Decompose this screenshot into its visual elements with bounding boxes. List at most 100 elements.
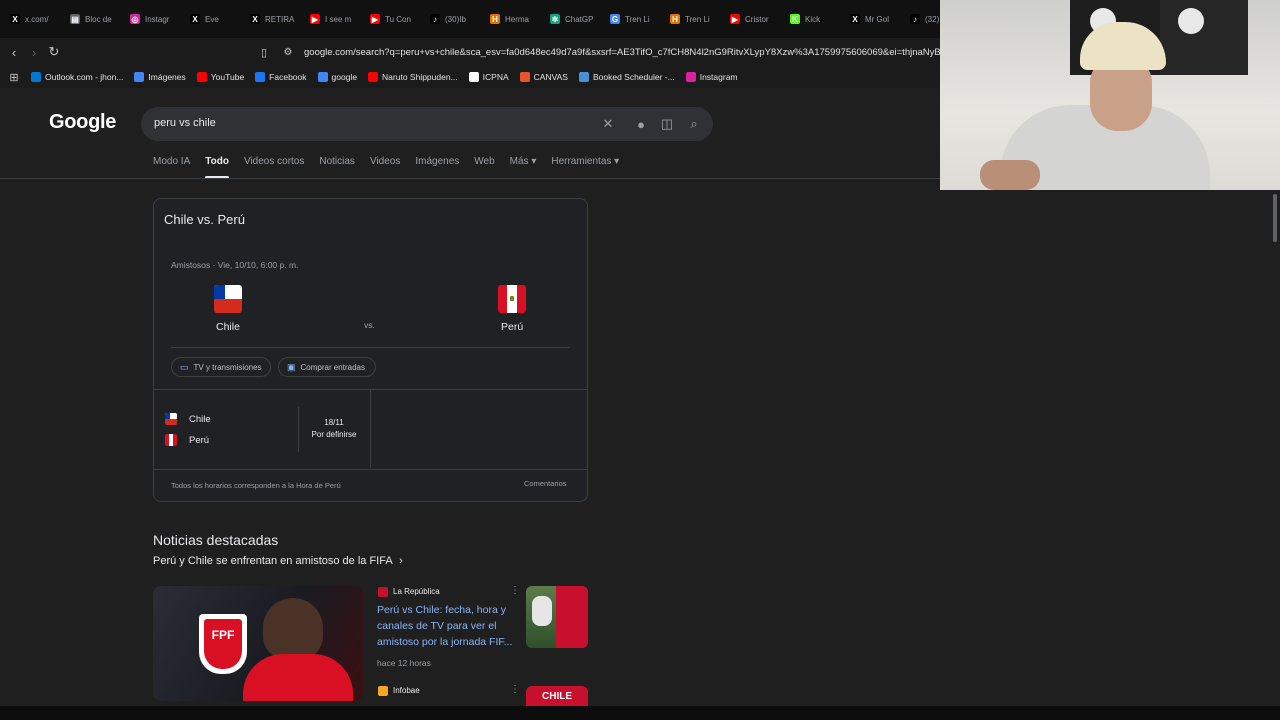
webcam-overlay bbox=[940, 0, 1280, 190]
bookmark-item[interactable]: Facebook bbox=[255, 72, 307, 82]
google-icon: G bbox=[610, 14, 620, 24]
news-title-link[interactable]: Perú vs Chile: fecha, hora y canales de … bbox=[377, 602, 522, 650]
browser-tab[interactable]: X RETIRA bbox=[246, 0, 306, 38]
news-thumbnail[interactable] bbox=[526, 586, 588, 648]
bookmark-label: Naruto Shippuden... bbox=[382, 72, 458, 82]
search-tabs: Modo IA Todo Videos cortos Noticias Videos Im… bbox=[153, 156, 619, 179]
browser-tab[interactable]: Xx.com/ bbox=[6, 0, 66, 38]
more-options-icon[interactable]: ⋮ bbox=[510, 684, 520, 695]
bookmark-item[interactable]: Booked Scheduler -... bbox=[578, 72, 675, 82]
search-tab[interactable]: Modo IA bbox=[153, 156, 190, 167]
browser-tab[interactable]: H Tren Li bbox=[666, 0, 726, 38]
bookmark-label: ICPNA bbox=[482, 72, 509, 82]
url-field[interactable]: ⚙ google.com/search?q=peru+vs+chile&sca_… bbox=[276, 42, 940, 62]
schedule-team1[interactable]: Chile bbox=[189, 414, 211, 425]
bookmark-item[interactable]: YouTube bbox=[196, 72, 244, 82]
tv-icon: ▭ bbox=[180, 361, 189, 372]
bookmark-item[interactable]: Outlook.com - jhon... bbox=[31, 72, 123, 82]
bookmark-star-icon[interactable]: ▯ bbox=[256, 44, 272, 60]
back-icon[interactable]: ‹ bbox=[6, 44, 22, 60]
search-tab[interactable]: Herramientas ▾ bbox=[551, 156, 619, 167]
tab-label: Tren Li bbox=[685, 14, 710, 24]
bookmark-item[interactable]: google bbox=[317, 72, 357, 82]
dot-icon bbox=[578, 72, 589, 82]
clear-icon[interactable]: ✕ bbox=[600, 116, 616, 132]
news-source[interactable]: La República bbox=[393, 587, 440, 596]
bookmark-label: CANVAS bbox=[533, 72, 568, 82]
schedule-team2[interactable]: Perú bbox=[189, 435, 209, 446]
tab-label: Bloc de bbox=[85, 14, 112, 24]
google-logo[interactable]: Google bbox=[49, 111, 116, 134]
fpf-crest-text: FPF bbox=[211, 628, 235, 642]
x-icon: X bbox=[250, 14, 260, 24]
scrollbar[interactable] bbox=[1271, 190, 1279, 710]
chatgpt-icon: ✲ bbox=[550, 14, 560, 24]
site-info-icon[interactable]: ⚙ bbox=[280, 44, 296, 60]
browser-tab[interactable]: G Tren Li bbox=[606, 0, 666, 38]
bookmark-item[interactable]: Naruto Shippuden... bbox=[368, 72, 458, 82]
browser-tab[interactable]: ▶ Tu Con bbox=[366, 0, 426, 38]
bookmark-icon: H bbox=[490, 14, 500, 24]
canvas-icon bbox=[519, 72, 530, 82]
browser-tab[interactable]: ♪ (32) bbox=[906, 0, 940, 38]
microphone-icon[interactable]: ● bbox=[633, 116, 649, 132]
search-tab[interactable]: Videos cortos bbox=[244, 156, 304, 167]
search-box[interactable]: peru vs chile ✕ ● ◫ ⌕ bbox=[141, 107, 713, 141]
tab-label: Tren Li bbox=[625, 14, 650, 24]
search-tab[interactable]: Más ▾ bbox=[510, 156, 537, 167]
browser-tab[interactable]: ✲ ChatGP bbox=[546, 0, 606, 38]
bookmark-icon: H bbox=[670, 14, 680, 24]
column-divider bbox=[370, 390, 371, 468]
browser-tab[interactable]: H Herma bbox=[486, 0, 546, 38]
browser-tab[interactable]: X Eve bbox=[186, 0, 246, 38]
home-team-name[interactable]: Chile bbox=[216, 321, 240, 333]
apps-grid-icon[interactable]: ⊞ bbox=[6, 69, 22, 85]
tab-label: Eve bbox=[205, 14, 219, 24]
peru-flag-icon bbox=[165, 434, 177, 446]
tiktok-icon: ♪ bbox=[430, 14, 440, 24]
search-tab[interactable]: Todo bbox=[205, 156, 229, 179]
bookmark-item[interactable]: ICPNA bbox=[468, 72, 509, 82]
browser-tab[interactable]: ◎ Instagr bbox=[126, 0, 186, 38]
more-options-icon[interactable]: ⋮ bbox=[510, 585, 520, 596]
browser-tab[interactable]: K Kick bbox=[786, 0, 846, 38]
bookmark-item[interactable]: CANVAS bbox=[519, 72, 568, 82]
forward-icon[interactable]: › bbox=[26, 44, 42, 60]
tab-strip: Xx.com/ ▤ Bloc de ◎ Instagr X Eve X RETIRA ▶ I see… bbox=[0, 0, 940, 38]
search-tab[interactable]: Imágenes bbox=[415, 156, 459, 167]
buy-tickets-chip[interactable]: ▣ Comprar entradas bbox=[278, 357, 376, 377]
search-icon[interactable]: ⌕ bbox=[686, 116, 702, 132]
bookmarks-bar: ⊞ Outlook.com - jhon... Imágenes YouTube Fa… bbox=[0, 66, 940, 88]
tv-streams-chip[interactable]: ▭ TV y transmisiones bbox=[171, 357, 271, 377]
search-tab[interactable]: Noticias bbox=[319, 156, 355, 167]
news-topic-link[interactable]: Perú y Chile se enfrentan en amistoso de… bbox=[153, 555, 403, 567]
header-divider bbox=[0, 178, 940, 179]
player-jersey bbox=[243, 654, 353, 701]
comments-link[interactable]: Comentarios bbox=[524, 479, 567, 488]
browser-tab[interactable]: ▶ I see m bbox=[306, 0, 366, 38]
search-tab[interactable]: Videos bbox=[370, 156, 400, 167]
tab-label: ChatGP bbox=[565, 14, 594, 24]
bookmark-label: Imágenes bbox=[148, 72, 186, 82]
news-thumbnail[interactable]: CHILE bbox=[526, 686, 588, 706]
browser-tab[interactable]: ♪ (30)Ib bbox=[426, 0, 486, 38]
browser-tab[interactable]: X Mr Gol bbox=[846, 0, 906, 38]
search-tab[interactable]: Web bbox=[474, 156, 494, 167]
search-input[interactable]: peru vs chile bbox=[154, 117, 216, 129]
tab-label: RETIRA bbox=[265, 14, 295, 24]
infobae-icon bbox=[378, 686, 388, 696]
bookmark-item[interactable]: Instagram bbox=[685, 72, 738, 82]
match-info: Amistosos · Vie, 10/10, 6:00 p. m. bbox=[171, 260, 299, 270]
match-title[interactable]: Chile vs. Perú bbox=[164, 212, 245, 227]
reload-icon[interactable]: ↻ bbox=[46, 44, 62, 60]
news-source[interactable]: Infobae bbox=[393, 686, 420, 695]
scrollbar-thumb[interactable] bbox=[1273, 194, 1277, 242]
news-image[interactable]: FPF bbox=[153, 586, 363, 701]
bookmark-item[interactable]: Imágenes bbox=[134, 72, 186, 82]
person-hand bbox=[980, 160, 1040, 190]
browser-tab[interactable]: ▤ Bloc de bbox=[66, 0, 126, 38]
lens-icon[interactable]: ◫ bbox=[659, 116, 675, 132]
browser-tab[interactable]: ▶ Cristor bbox=[726, 0, 786, 38]
away-team-name[interactable]: Perú bbox=[501, 321, 523, 333]
card-divider bbox=[171, 347, 570, 348]
